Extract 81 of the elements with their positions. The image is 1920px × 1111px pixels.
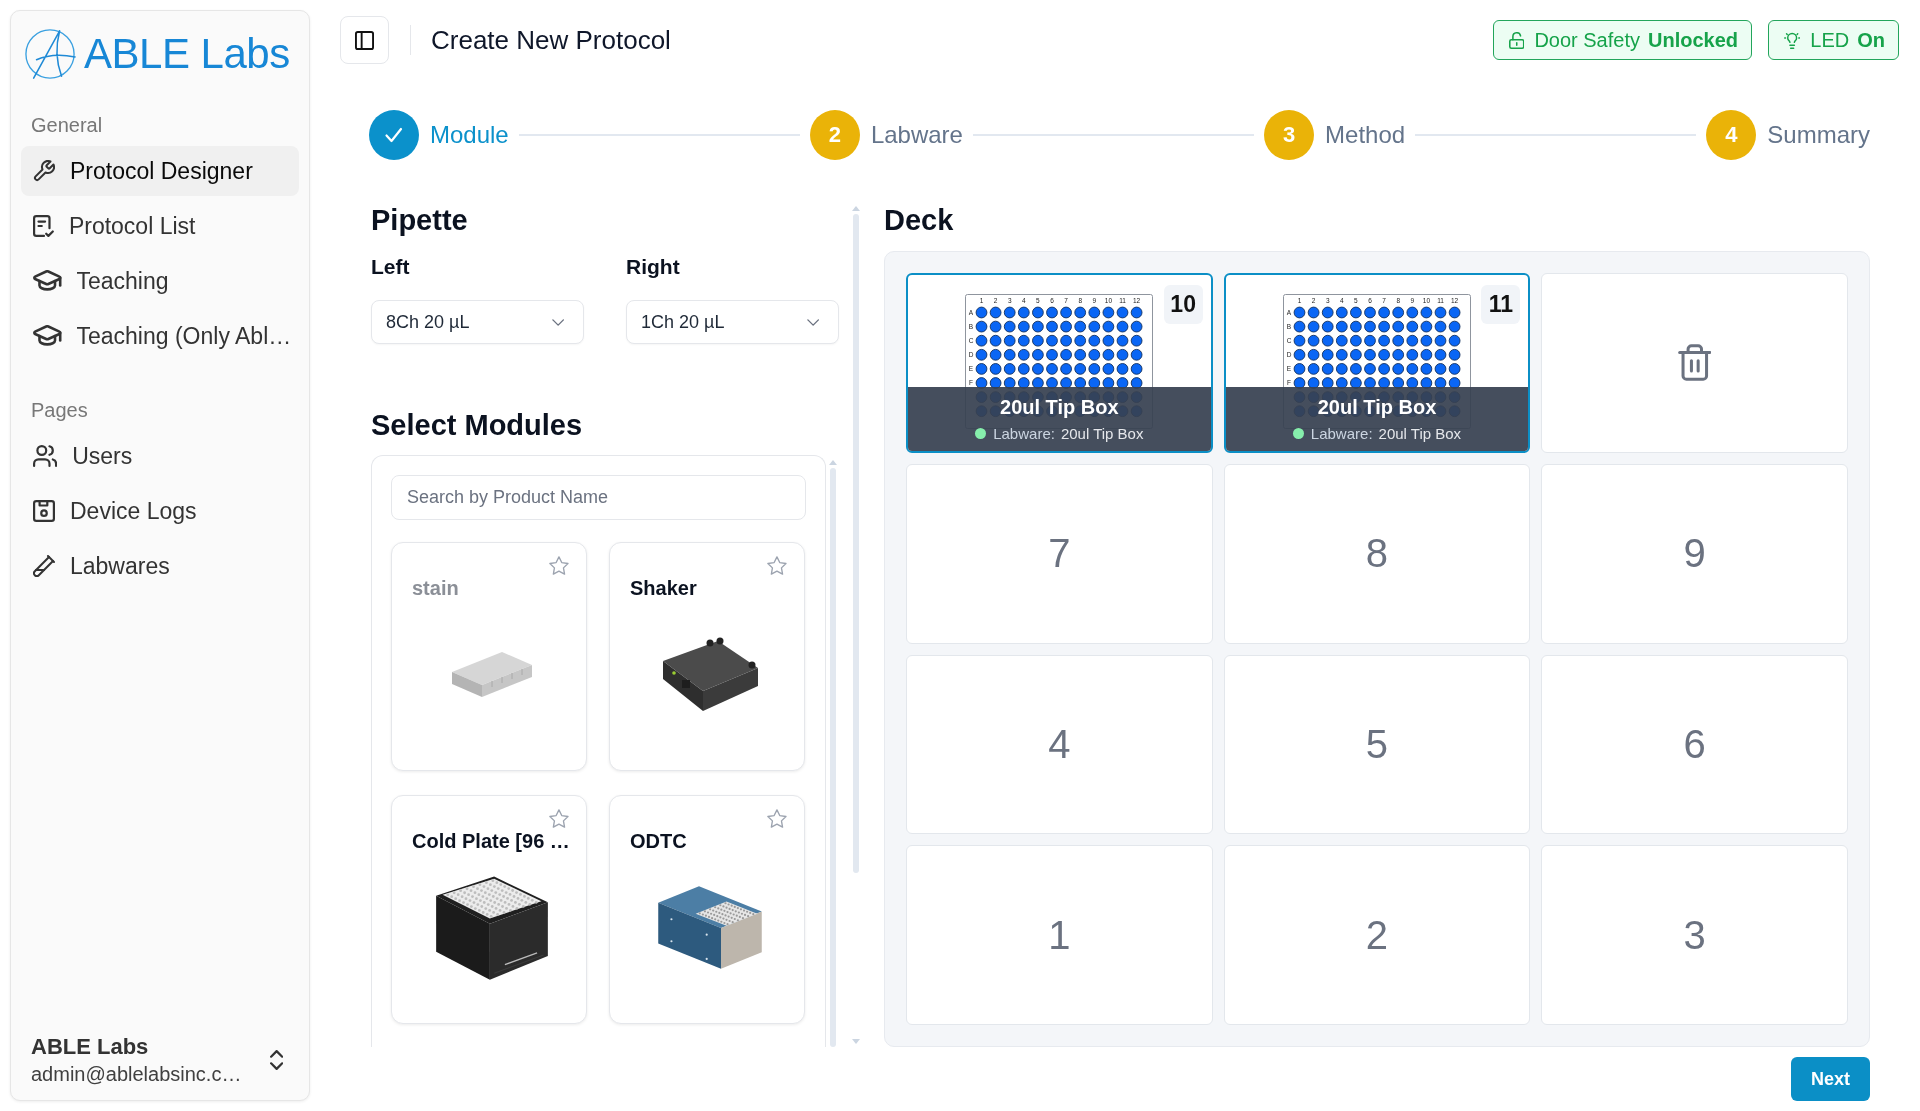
section-title: Deck — [884, 203, 955, 238]
badge-label: LED — [1810, 28, 1850, 52]
sidebar-item[interactable]: Teaching — [21, 256, 299, 306]
module-card[interactable]: Shaker — [609, 542, 805, 771]
sidebar-item[interactable]: Users — [21, 431, 299, 481]
wrench-icon — [33, 160, 55, 182]
sidebar-item[interactable]: Protocol Designer — [21, 146, 299, 196]
pipette-select[interactable]: 8Ch 20 µL — [371, 300, 584, 344]
sidebar-item[interactable]: Teaching (Only Abl… — [21, 311, 299, 361]
caret-up-icon — [829, 460, 837, 465]
module-name: Cold Plate [96 … — [412, 829, 570, 853]
step-label: Labware — [870, 121, 963, 149]
deck-slot[interactable]: 5 — [1223, 654, 1531, 835]
step-label: Summary — [1767, 121, 1870, 149]
step-number: 3 — [1264, 110, 1315, 160]
status-dot-icon — [1292, 428, 1304, 440]
badge-label: Door Safety — [1534, 28, 1640, 52]
sidebar-item[interactable]: Protocol List — [21, 201, 299, 251]
test-tube-icon — [33, 555, 55, 577]
field-label: Labware: — [1310, 424, 1373, 443]
badge-value: On — [1857, 28, 1885, 52]
sidebar-toggle-button[interactable] — [340, 16, 389, 64]
deck-slot[interactable]: 3 — [1541, 845, 1848, 1025]
section-heading: General — [30, 113, 104, 137]
section-title: Select Modules — [371, 408, 584, 443]
search-field[interactable]: Search by Product Name — [391, 475, 806, 520]
deck-slot[interactable]: 2 — [1223, 845, 1531, 1025]
star-icon[interactable] — [549, 809, 569, 828]
graduation-cap-icon — [33, 270, 62, 292]
users-icon — [33, 445, 58, 467]
module-name: stain — [412, 576, 459, 600]
step-number: 4 — [1706, 110, 1757, 160]
section-title: Pipette — [371, 203, 469, 238]
step-number: 2 — [809, 110, 860, 160]
star-icon[interactable] — [767, 556, 787, 575]
caret-up-icon — [852, 206, 860, 211]
field-label: Left — [371, 254, 411, 280]
field-value: 20ul Tip Box — [1060, 424, 1144, 443]
deck-slot[interactable]: 8 — [1223, 463, 1531, 644]
document-check-icon — [33, 215, 54, 237]
status-dot-icon — [975, 428, 987, 440]
deck-slot[interactable]: 7 — [906, 463, 1213, 644]
deck-slot[interactable]: 9 — [1541, 463, 1848, 644]
chevron-down-icon — [551, 318, 564, 326]
star-icon[interactable] — [767, 809, 787, 828]
sidebar-icon — [355, 30, 374, 50]
slot-number: 10 — [1163, 285, 1203, 324]
module-card[interactable]: ODTC — [609, 795, 805, 1024]
caret-down-icon — [852, 1039, 860, 1044]
chevron-down-icon — [806, 318, 819, 326]
scrollbar[interactable] — [853, 214, 859, 873]
logo-icon — [24, 28, 76, 80]
field-label: Right — [626, 254, 681, 280]
deck-slot[interactable]: 4 — [906, 654, 1213, 835]
page-title: Create New Protocol — [431, 24, 671, 56]
labware-name: 20ul Tip Box — [1000, 394, 1119, 419]
chevrons-up-down-icon — [269, 1050, 283, 1070]
lightbulb-icon — [1784, 31, 1801, 49]
step-label: Method — [1325, 121, 1406, 149]
labware-name: 20ul Tip Box — [1317, 394, 1437, 419]
module-card[interactable]: Cold Plate [96 … — [391, 795, 587, 1024]
module-name: ODTC — [630, 829, 687, 853]
pipette-select[interactable]: 1Ch 20 µL — [626, 300, 839, 344]
field-value: 20ul Tip Box — [1378, 424, 1462, 443]
deck-slot[interactable]: 1 — [906, 845, 1213, 1025]
deck-slot[interactable]: 6 — [1541, 654, 1848, 835]
account-button[interactable]: ABLE Labs admin@ablelabsinc.c… — [21, 1033, 299, 1087]
trash-icon — [1677, 344, 1712, 382]
sidebar-item[interactable]: Labwares — [21, 541, 299, 591]
padlock-icon — [1508, 31, 1525, 49]
section-heading: Pages — [30, 398, 89, 422]
scrollbar[interactable] — [830, 468, 836, 1047]
badge-value: Unlocked — [1648, 28, 1738, 52]
slot-number: 11 — [1481, 285, 1521, 324]
module-name: Shaker — [630, 576, 697, 600]
next-button[interactable]: Next — [1791, 1057, 1870, 1101]
logo-text: ABLE Labs — [84, 29, 290, 79]
step-label: Module — [430, 121, 509, 149]
graduation-cap-icon — [33, 325, 62, 347]
sidebar-item[interactable]: Device Logs — [21, 486, 299, 536]
field-label: Labware: — [993, 424, 1055, 443]
